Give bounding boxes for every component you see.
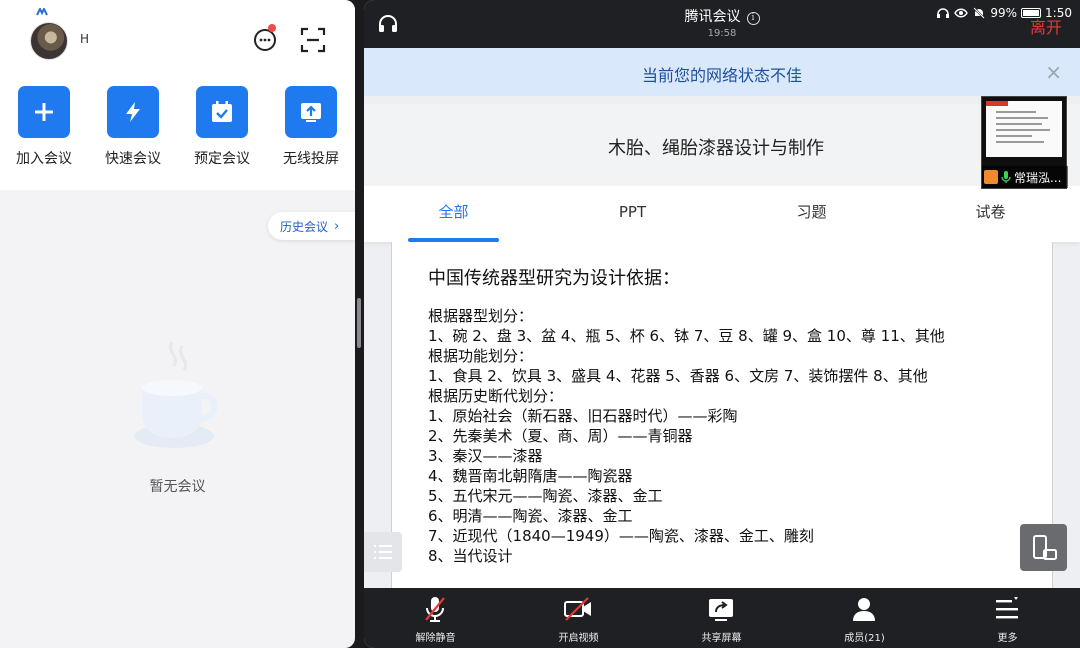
slide-line: 3、秦汉——漆器 bbox=[428, 447, 543, 465]
quick-actions: 加入会议 快速会议 预定会议 无线投屏 bbox=[0, 86, 355, 176]
avatar[interactable] bbox=[30, 22, 68, 60]
split-view-handle[interactable] bbox=[357, 298, 361, 348]
more-button[interactable]: 更多 bbox=[936, 588, 1079, 648]
more-label: 更多 bbox=[997, 633, 1018, 644]
slide-line: 1、原始社会（新石器、旧石器时代）——彩陶 bbox=[428, 407, 738, 425]
eye-icon bbox=[954, 8, 969, 18]
chevron-right-icon: › bbox=[334, 218, 340, 234]
screen: H 加入会议 快速会议 预定会议 无线投屏 历史会议 › 暂无会议 腾讯会议 i… bbox=[0, 0, 1080, 648]
screen-cast-icon bbox=[301, 103, 321, 122]
unmute-button[interactable]: 解除静音 bbox=[364, 588, 507, 648]
slide-line: 1、食具 2、饮具 3、盛具 4、花器 5、香器 6、文房 7、装饰摆件 8、其… bbox=[428, 367, 928, 385]
mic-active-icon bbox=[1001, 171, 1011, 183]
tab-ppt[interactable]: PPT bbox=[543, 186, 722, 242]
start-video-label: 开启视频 bbox=[558, 633, 599, 644]
schedule-meeting-label: 预定会议 bbox=[194, 151, 250, 167]
schedule-meeting-button[interactable]: 预定会议 bbox=[182, 86, 262, 168]
members-button[interactable]: 成员(21) bbox=[793, 588, 936, 648]
host-badge-icon bbox=[984, 170, 998, 184]
meeting-toolbar: 解除静音 开启视频 共享屏幕 成员(21) 更多 bbox=[364, 588, 1080, 648]
slide-line: 根据历史断代划分： bbox=[428, 387, 564, 405]
info-icon[interactable]: i bbox=[746, 12, 760, 25]
scan-icon[interactable] bbox=[300, 27, 326, 53]
quick-meeting-button[interactable]: 快速会议 bbox=[93, 86, 173, 168]
slide-line: 5、五代宋元——陶瓷、漆器、金工 bbox=[428, 487, 663, 505]
outline-list-button[interactable] bbox=[364, 532, 402, 572]
participant-video-tile[interactable]: 常瑞泓... bbox=[981, 96, 1068, 189]
slide-line: 根据功能划分： bbox=[428, 347, 534, 365]
meeting-top-bar: 腾讯会议 i 19:58 99% 1:50 离开 bbox=[364, 0, 1080, 48]
network-warning-text: 当前您的网络状态不佳 bbox=[641, 66, 802, 85]
meeting-duration: 19:58 bbox=[707, 28, 737, 39]
content-tabs: 全部 PPT 习题 试卷 bbox=[364, 186, 1080, 242]
unmute-label: 解除静音 bbox=[415, 633, 456, 644]
quick-meeting-label: 快速会议 bbox=[105, 151, 161, 167]
app-logo-icon bbox=[36, 8, 48, 16]
plus-icon bbox=[35, 103, 53, 121]
start-video-button[interactable]: 开启视频 bbox=[507, 588, 650, 648]
slide-line: 4、魏晋南北朝隋唐——陶瓷器 bbox=[428, 467, 633, 485]
close-icon[interactable]: × bbox=[1045, 60, 1062, 84]
meeting-history-label: 历史会议 bbox=[280, 219, 329, 234]
share-screen-label: 共享屏幕 bbox=[701, 633, 742, 644]
shared-screen-preview bbox=[986, 101, 1062, 157]
wireless-cast-button[interactable]: 无线投屏 bbox=[271, 86, 351, 168]
tab-all[interactable]: 全部 bbox=[364, 186, 543, 242]
list-icon bbox=[374, 545, 392, 559]
tab-exam[interactable]: 试卷 bbox=[901, 186, 1080, 242]
wireless-cast-label: 无线投屏 bbox=[283, 151, 339, 167]
calendar-check-icon bbox=[212, 101, 232, 122]
share-screen-button[interactable]: 共享屏幕 bbox=[650, 588, 793, 648]
slide-line: 根据器型划分： bbox=[428, 307, 534, 325]
participant-name: 常瑞泓... bbox=[1014, 170, 1062, 185]
members-label: 成员(21) bbox=[844, 633, 885, 644]
bell-muted-icon bbox=[973, 7, 986, 19]
join-meeting-label: 加入会议 bbox=[16, 151, 72, 167]
slide-line: 8、当代设计 bbox=[428, 547, 513, 565]
user-name: H bbox=[80, 32, 90, 46]
slide-line: 7、近现代（1840—1949）——陶瓷、漆器、金工、雕刻 bbox=[428, 527, 814, 545]
notification-dot bbox=[268, 24, 276, 32]
headset-status-icon bbox=[937, 8, 950, 18]
lightning-icon bbox=[126, 102, 140, 122]
mic-muted-icon bbox=[425, 597, 445, 622]
participant-name-bar: 常瑞泓... bbox=[982, 166, 1068, 188]
network-warning-banner: 当前您的网络状态不佳 × bbox=[364, 48, 1080, 96]
rotate-phone-icon bbox=[1032, 534, 1057, 560]
meeting-room-pane: 腾讯会议 i 19:58 99% 1:50 离开 当前您的网络状态不佳 × 木胎、… bbox=[364, 0, 1080, 648]
rotate-screen-button[interactable] bbox=[1020, 524, 1067, 571]
battery-percent: 99% bbox=[990, 6, 1018, 20]
courseware-title: 木胎、绳胎漆器设计与制作 bbox=[608, 138, 824, 159]
slide-heading: 中国传统器型研究为设计依据： bbox=[428, 268, 680, 289]
camera-off-icon bbox=[564, 597, 591, 621]
meeting-history-button[interactable]: 历史会议 › bbox=[268, 212, 355, 240]
slide-line: 6、明清——陶瓷、漆器、金工 bbox=[428, 507, 633, 525]
courseware-header: 木胎、绳胎漆器设计与制作 bbox=[364, 104, 1080, 186]
empty-cup-icon bbox=[134, 341, 218, 448]
tab-exercises[interactable]: 习题 bbox=[722, 186, 901, 242]
leave-meeting-button[interactable]: 离开 bbox=[1030, 14, 1062, 38]
slide-content: 中国传统器型研究为设计依据： 根据器型划分： 1、碗 2、盘 3、盆 4、瓶 5… bbox=[391, 242, 1053, 588]
slide-line: 1、碗 2、盘 3、盆 4、瓶 5、杯 6、钵 7、豆 8、罐 9、盒 10、尊… bbox=[428, 327, 945, 345]
slide-text-lines: 根据器型划分： 1、碗 2、盘 3、盆 4、瓶 5、杯 6、钵 7、豆 8、罐 … bbox=[428, 306, 945, 566]
meeting-title-text: 腾讯会议 bbox=[684, 9, 741, 25]
home-header: H 加入会议 快速会议 预定会议 无线投屏 bbox=[0, 0, 355, 190]
join-meeting-button[interactable]: 加入会议 bbox=[4, 86, 84, 168]
empty-state-text: 暂无会议 bbox=[149, 479, 206, 495]
slide-line: 2、先秦美术（夏、商、周）——青铜器 bbox=[428, 427, 693, 445]
members-icon bbox=[853, 598, 875, 621]
share-screen-icon bbox=[709, 599, 733, 621]
meeting-home-pane: H 加入会议 快速会议 预定会议 无线投屏 历史会议 › 暂无会议 bbox=[0, 0, 355, 648]
more-menu-icon bbox=[996, 597, 1018, 619]
